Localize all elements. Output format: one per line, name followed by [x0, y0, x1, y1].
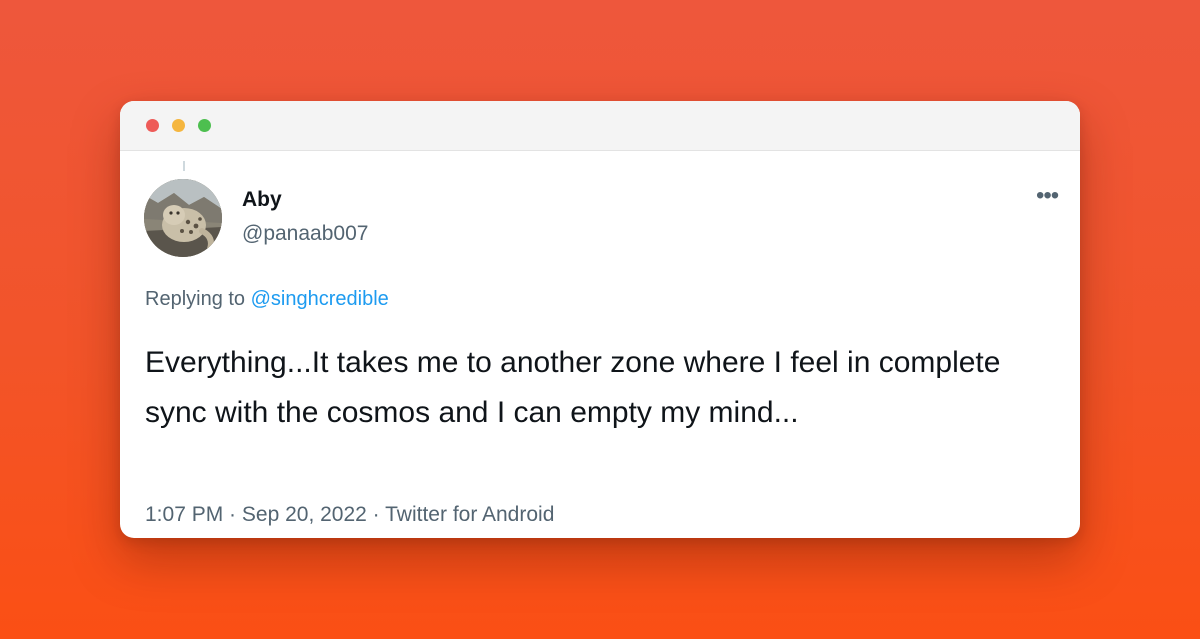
meta-separator: ·: [223, 503, 242, 526]
avatar[interactable]: [144, 179, 222, 257]
tweet-time[interactable]: 1:07 PM: [145, 503, 223, 526]
replying-to-mention-link[interactable]: @singhcredible: [251, 288, 389, 310]
avatar-snow-leopard-image: [144, 179, 222, 257]
author-name[interactable]: Aby: [242, 188, 282, 212]
thread-connector-line: [183, 161, 185, 171]
tweet-date[interactable]: Sep 20, 2022: [242, 503, 367, 526]
window-titlebar: [120, 101, 1080, 151]
replying-to-label: Replying to: [145, 288, 251, 310]
maximize-window-button[interactable]: [198, 119, 211, 132]
close-window-button[interactable]: [146, 119, 159, 132]
tweet-source[interactable]: Twitter for Android: [385, 503, 554, 526]
replying-to-line: Replying to @singhcredible: [145, 288, 389, 311]
author-handle[interactable]: @panaab007: [242, 222, 368, 246]
minimize-window-button[interactable]: [172, 119, 185, 132]
tweet-metadata: 1:07 PM · Sep 20, 2022 · Twitter for And…: [145, 503, 554, 527]
tweet-window: Aby @panaab007 ••• Replying to @singhcre…: [120, 101, 1080, 538]
tweet-text: Everything...It takes me to another zone…: [145, 346, 1001, 429]
more-options-icon[interactable]: •••: [1036, 184, 1068, 209]
meta-separator: ·: [366, 503, 386, 526]
